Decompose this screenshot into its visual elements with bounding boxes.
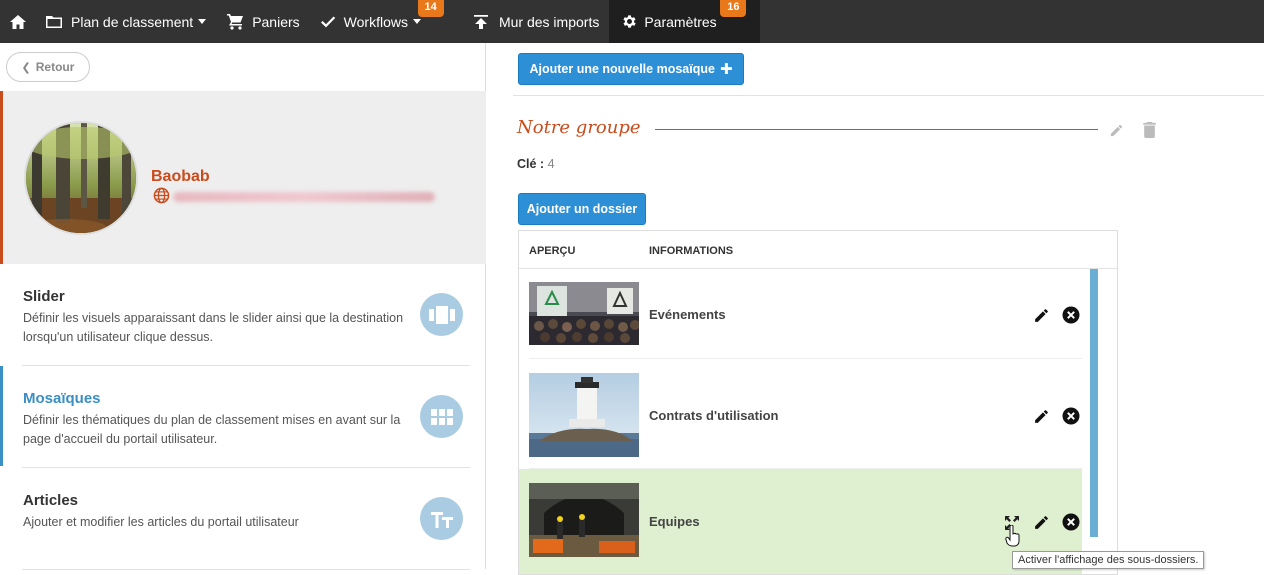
add-folder-button[interactable]: Ajouter un dossier xyxy=(518,193,646,225)
row-thumbnail xyxy=(529,483,639,557)
scrollbar[interactable] xyxy=(1090,269,1098,537)
left-panel: ❮ Retour Baobab Slider Définir les visue… xyxy=(0,43,486,570)
gear-icon xyxy=(623,15,636,28)
table-row[interactable]: Equipes xyxy=(519,469,1082,574)
folder-icon xyxy=(46,16,62,28)
group-title: Notre groupe xyxy=(517,117,641,138)
nav-label: Workflows xyxy=(343,13,408,30)
column-header-informations: INFORMATIONS xyxy=(649,245,734,257)
grid-icon xyxy=(420,395,463,438)
row-folder-name: Contrats d'utilisation xyxy=(649,408,779,423)
main-content: Ajouter une nouvelle mosaïque ✚ Notre gr… xyxy=(487,43,1264,575)
home-button[interactable] xyxy=(0,0,35,43)
avatar xyxy=(24,121,138,235)
table-row[interactable]: Evénements xyxy=(519,269,1082,359)
hand-cursor-icon xyxy=(1005,525,1020,547)
column-header-apercu: APERÇU xyxy=(529,245,576,257)
edit-icon[interactable] xyxy=(1033,307,1050,324)
workflows-badge: 14 xyxy=(417,0,444,17)
section-description: Définir les visuels apparaissant dans le… xyxy=(23,311,404,344)
add-mosaic-button[interactable]: Ajouter une nouvelle mosaïque ✚ xyxy=(518,53,744,85)
delete-group-icon[interactable] xyxy=(1143,122,1156,138)
remove-icon[interactable] xyxy=(1062,513,1080,531)
cart-icon xyxy=(227,14,244,30)
nav-paniers[interactable]: Paniers xyxy=(216,0,309,43)
back-button[interactable]: ❮ Retour xyxy=(6,52,90,82)
nav-workflows[interactable]: Workflows 14 xyxy=(310,0,459,43)
nav-label: Mur des imports xyxy=(498,13,600,30)
group-title-underline xyxy=(655,129,1098,130)
parametres-badge: 16 xyxy=(720,0,747,17)
organization-name: Baobab xyxy=(151,168,210,185)
section-description: Ajouter et modifier les articles du port… xyxy=(23,515,299,529)
remove-icon[interactable] xyxy=(1062,407,1080,425)
nav-parametres[interactable]: Paramètres 16 xyxy=(609,0,760,43)
section-mosaiques[interactable]: Mosaïques Définir les thématiques du pla… xyxy=(0,366,486,468)
key-label: Clé : xyxy=(517,157,545,171)
row-thumbnail xyxy=(529,282,639,345)
chevron-down-icon xyxy=(198,19,207,24)
organization-profile: Baobab xyxy=(0,91,486,264)
slider-icon xyxy=(420,293,463,336)
add-mosaic-label: Ajouter une nouvelle mosaïque xyxy=(529,62,715,76)
row-folder-name: Evénements xyxy=(649,307,726,322)
check-icon xyxy=(320,16,335,27)
edit-group-icon[interactable] xyxy=(1109,123,1124,138)
chevron-left-icon: ❮ xyxy=(21,61,31,74)
section-articles[interactable]: Articles Ajouter et modifier les article… xyxy=(0,468,486,570)
row-folder-name: Equipes xyxy=(649,514,700,529)
tooltip: Activer l'affichage des sous-dossiers. xyxy=(1012,551,1205,569)
section-slider[interactable]: Slider Définir les visuels apparaissant … xyxy=(0,264,486,366)
nav-plan-de-classement[interactable]: Plan de classement xyxy=(35,0,216,43)
nav-mur-des-imports[interactable]: Mur des imports xyxy=(459,0,609,43)
table-row[interactable]: Contrats d'utilisation xyxy=(519,359,1082,469)
chevron-down-icon xyxy=(412,19,421,24)
top-navigation-bar: Plan de classement Paniers Workflows 14 … xyxy=(0,0,1264,43)
folders-table: APERÇU INFORMATIONS Evénements Contrats … xyxy=(518,230,1118,575)
edit-icon[interactable] xyxy=(1033,514,1050,531)
nav-label: Paniers xyxy=(252,13,300,30)
remove-icon[interactable] xyxy=(1062,306,1080,324)
divider xyxy=(22,569,470,570)
section-title: Articles xyxy=(23,492,79,509)
nav-label: Plan de classement xyxy=(71,13,194,30)
section-description: Définir les thématiques du plan de class… xyxy=(23,413,401,446)
home-icon xyxy=(10,14,26,29)
plus-icon: ✚ xyxy=(719,61,733,78)
nav-label: Paramètres xyxy=(644,13,717,30)
section-title: Slider xyxy=(23,288,65,305)
key-value: 4 xyxy=(547,157,555,171)
group-key: Clé : 4 xyxy=(517,157,555,171)
edit-icon[interactable] xyxy=(1033,408,1050,425)
add-folder-label: Ajouter un dossier xyxy=(526,202,638,216)
upload-icon xyxy=(473,14,488,29)
globe-icon xyxy=(153,187,170,204)
section-title: Mosaïques xyxy=(23,390,101,407)
back-label: Retour xyxy=(35,60,75,74)
divider xyxy=(513,95,1264,96)
organization-url-redacted xyxy=(173,192,435,202)
row-thumbnail xyxy=(529,373,639,457)
text-icon xyxy=(420,497,463,540)
